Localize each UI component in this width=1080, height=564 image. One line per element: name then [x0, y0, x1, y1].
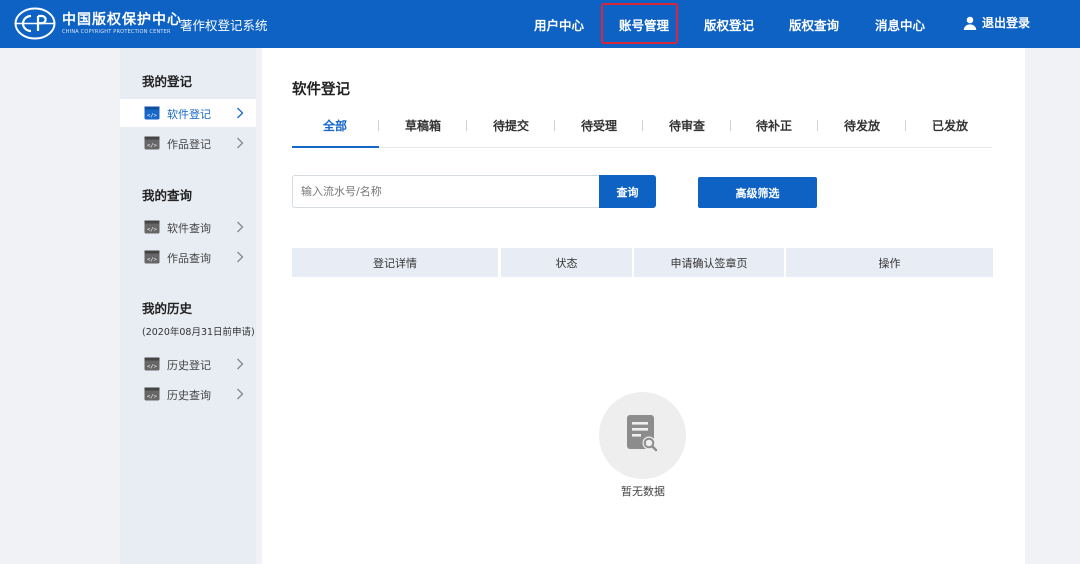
logo-title: 中国版权保护中心 — [62, 12, 182, 28]
tab-divider — [378, 120, 379, 131]
nav-message-center[interactable]: 消息中心 — [875, 15, 925, 34]
svg-text:</>: </> — [147, 113, 158, 119]
main-content: 软件登记 全部 草稿箱 待提交 待受理 待审查 待补正 待发放 已发放 查询 高… — [262, 48, 1025, 564]
logo-subtitle: CHINA COPYRIGHT PROTECTION CENTER — [62, 29, 171, 35]
nav-copyright-registration[interactable]: 版权登记 — [704, 15, 754, 34]
document-search-icon — [627, 415, 658, 452]
chevron-right-icon — [237, 358, 244, 370]
tab-pending-issue[interactable]: 待发放 — [844, 117, 880, 134]
chevron-right-icon — [237, 221, 244, 233]
empty-state-text: 暂无数据 — [621, 485, 665, 498]
sidebar-item-work-registration[interactable]: </> 作品登记 — [120, 129, 256, 157]
tab-pending-review[interactable]: 待审查 — [669, 117, 705, 134]
tab-pending-submit[interactable]: 待提交 — [493, 117, 529, 134]
tab-pending-accept[interactable]: 待受理 — [581, 117, 617, 134]
table-header-confirmation-page: 申请确认签章页 — [634, 248, 784, 277]
sidebar-item-software-registration[interactable]: </> 软件登记 — [120, 99, 256, 127]
sidebar-item-label: 软件登记 — [167, 108, 211, 121]
chevron-right-icon — [237, 388, 244, 400]
svg-text:</>: </> — [147, 364, 158, 370]
code-window-icon: </> — [144, 387, 160, 401]
table-header-status: 状态 — [501, 248, 632, 277]
sidebar-item-history-registration[interactable]: </> 历史登记 — [120, 350, 256, 378]
tab-divider — [466, 120, 467, 131]
user-icon — [963, 16, 977, 30]
empty-state-graphic — [599, 392, 686, 479]
tab-all[interactable]: 全部 — [323, 117, 347, 134]
tab-divider — [817, 120, 818, 131]
nav-user-center[interactable]: 用户中心 — [534, 15, 584, 34]
sidebar-history-note: (2020年08月31日前申请) — [142, 327, 255, 338]
sidebar-item-label: 作品登记 — [167, 138, 211, 151]
sidebar-item-label: 软件查询 — [167, 222, 211, 235]
chevron-right-icon — [237, 107, 244, 119]
sidebar-item-work-query[interactable]: </> 作品查询 — [120, 243, 256, 271]
chevron-right-icon — [237, 137, 244, 149]
advanced-filter-button[interactable]: 高级筛选 — [698, 177, 817, 208]
system-name: 著作权登记系统 — [180, 18, 268, 33]
sidebar: 我的登记 </> 软件登记 </> 作品登记 我的查询 </> 软件查询 </>… — [120, 48, 256, 564]
svg-text:</>: </> — [147, 227, 158, 233]
table-header-actions: 操作 — [786, 248, 993, 277]
code-window-icon: </> — [144, 220, 160, 234]
svg-text:</>: </> — [147, 394, 158, 400]
code-window-icon: </> — [144, 136, 160, 150]
active-tab-underline — [292, 146, 379, 148]
top-header: 中国版权保护中心 CHINA COPYRIGHT PROTECTION CENT… — [0, 0, 1080, 48]
sidebar-heading-my-query: 我的查询 — [142, 188, 193, 203]
nav-copyright-query[interactable]: 版权查询 — [789, 15, 839, 34]
tab-issued[interactable]: 已发放 — [932, 117, 968, 134]
page-title: 软件登记 — [292, 82, 350, 98]
sidebar-heading-my-history: 我的历史 — [142, 301, 193, 316]
nav-highlight-box — [601, 3, 678, 44]
search-input[interactable] — [292, 175, 600, 208]
sidebar-item-history-query[interactable]: </> 历史查询 — [120, 380, 256, 408]
code-window-icon: </> — [144, 106, 160, 120]
table-header-registration-details: 登记详情 — [292, 248, 498, 277]
sidebar-item-software-query[interactable]: </> 软件查询 — [120, 213, 256, 241]
logout-label: 退出登录 — [982, 16, 1031, 30]
code-window-icon: </> — [144, 357, 160, 371]
search-button[interactable]: 查询 — [599, 175, 656, 208]
tab-divider — [905, 120, 906, 131]
logout-button[interactable]: 退出登录 — [963, 14, 1030, 31]
sidebar-heading-my-registration: 我的登记 — [142, 74, 193, 89]
tab-drafts[interactable]: 草稿箱 — [405, 117, 441, 134]
tab-divider — [730, 120, 731, 131]
tab-divider — [642, 120, 643, 131]
tab-pending-correction[interactable]: 待补正 — [756, 117, 792, 134]
sidebar-item-label: 历史登记 — [167, 359, 211, 372]
svg-text:</>: </> — [147, 143, 158, 149]
chevron-right-icon — [237, 251, 244, 263]
code-window-icon: </> — [144, 250, 160, 264]
tab-divider — [554, 120, 555, 131]
sidebar-item-label: 历史查询 — [167, 389, 211, 402]
status-tabs: 全部 草稿箱 待提交 待受理 待审查 待补正 待发放 已发放 — [292, 108, 992, 148]
svg-text:</>: </> — [147, 257, 158, 263]
sidebar-item-label: 作品查询 — [167, 252, 211, 265]
copyright-center-logo[interactable] — [14, 7, 56, 40]
